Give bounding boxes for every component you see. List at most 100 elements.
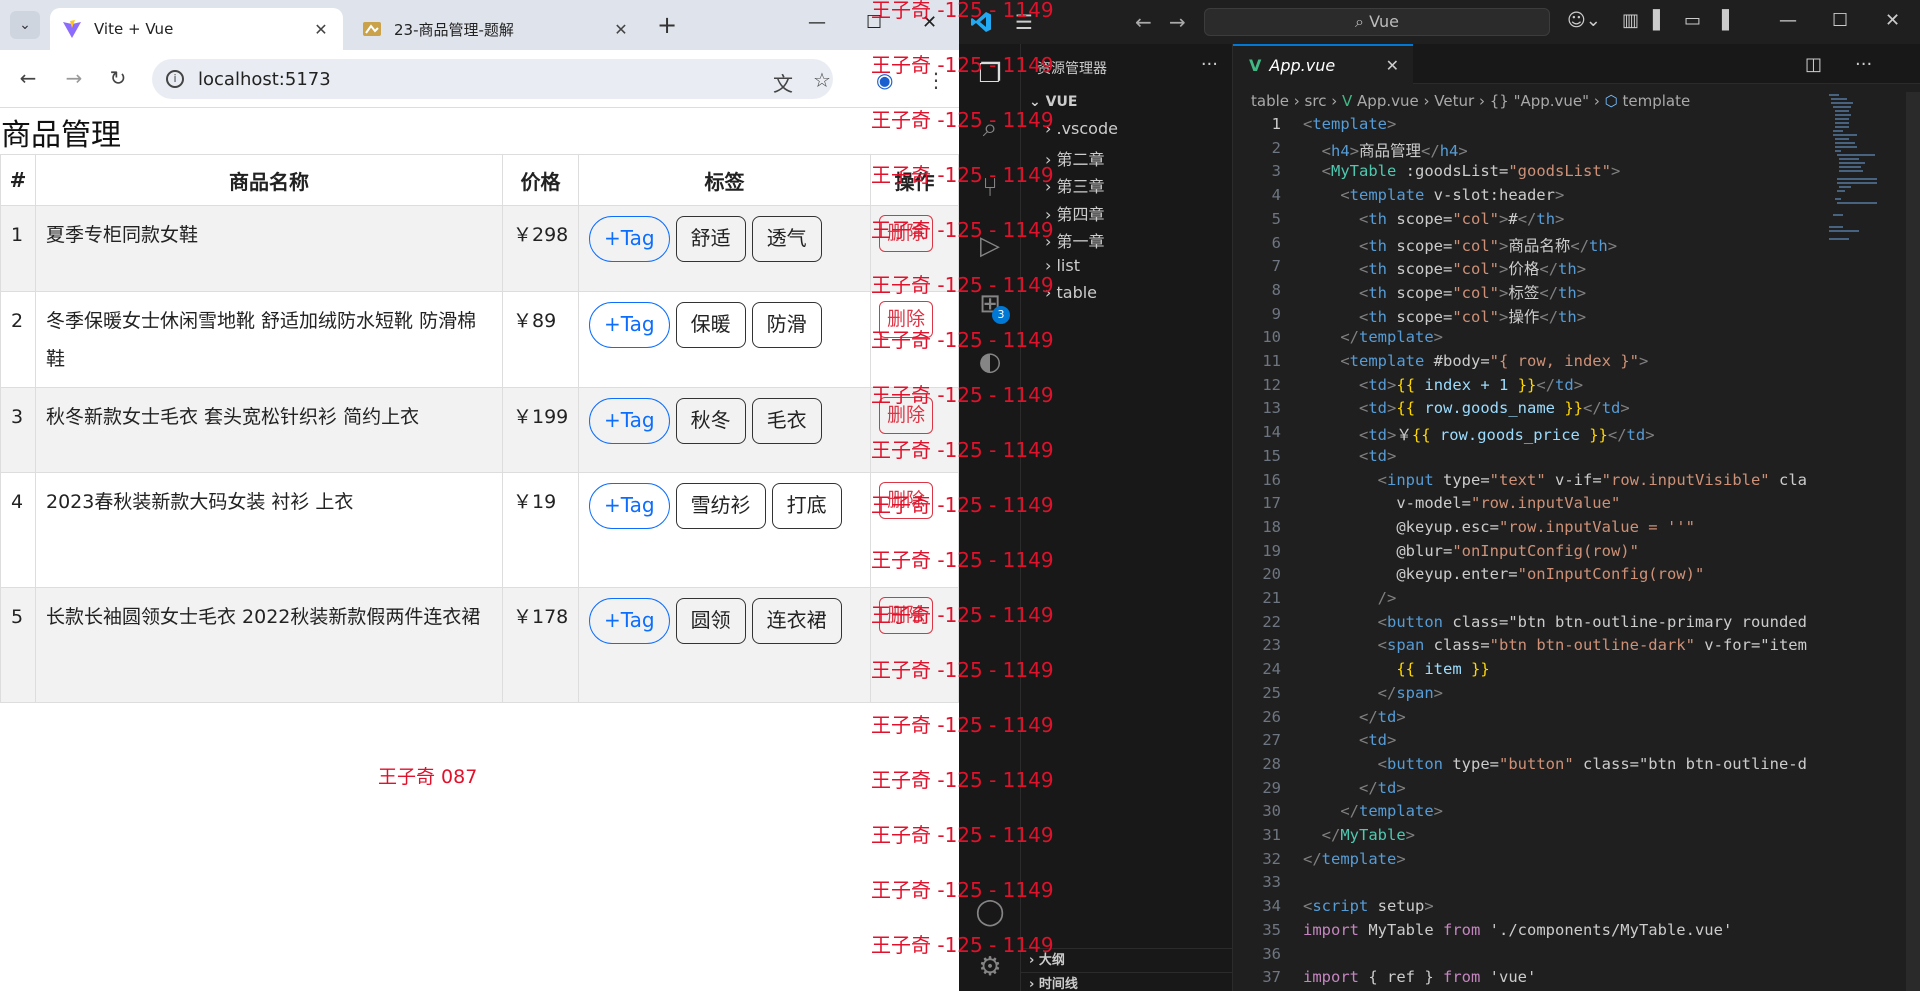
breadcrumb-item[interactable]: Vetur [1434, 92, 1474, 110]
nav-back-icon[interactable]: ← [1135, 10, 1152, 34]
table-row: 5 长款长袖圆领女士毛衣 2022秋装新款假两件连衣裙 ￥178 +Tag 圆领连… [0, 587, 959, 703]
code-line: 21 /> [1233, 589, 1793, 613]
split-editor-icon[interactable]: ◫ [1805, 54, 1822, 75]
new-tab-button[interactable]: + [652, 10, 682, 40]
breadcrumb-item[interactable]: App.vue [1357, 92, 1419, 110]
minimize-icon[interactable]: — [808, 12, 826, 33]
address-bar[interactable]: i localhost:5173 [152, 59, 833, 99]
vscode-title-bar: ☰ ← → ⌕ Vue ☺⌄ ▥ ▌ ▭ ▐ — ☐ ✕ [959, 0, 1920, 44]
editor-more-icon[interactable]: ··· [1855, 54, 1872, 75]
line-number: 25 [1262, 683, 1281, 702]
copilot-icon[interactable]: ☺⌄ [1567, 10, 1601, 31]
tab-title: 23-商品管理-题解 [394, 20, 514, 39]
row-index: 2 [0, 291, 36, 388]
explorer-folder-ch4[interactable]: › 第四章 [1045, 201, 1105, 225]
code-text: </MyTable> [1321, 826, 1416, 844]
more-actions-icon[interactable]: ··· [1201, 54, 1218, 75]
line-number: 5 [1271, 209, 1281, 228]
code-line: 27 <td> [1233, 731, 1793, 755]
toggle-panel-icon[interactable]: ▭ [1684, 10, 1701, 31]
toggle-sidebar-icon[interactable]: ▌ [1653, 10, 1667, 31]
close-tab-icon[interactable]: ✕ [611, 20, 631, 39]
watermark-text: 王子奇 -125 - 1149 [871, 383, 1054, 407]
tag-badge: 圆领 [675, 598, 746, 644]
code-text: @blur="onInputConfig(row)" [1303, 541, 1639, 560]
minimize-icon[interactable]: — [1779, 10, 1797, 31]
code-text: <MyTable :goodsList="goodsList"> [1321, 162, 1621, 181]
explorer-folder-ch3[interactable]: › 第三章 [1045, 173, 1105, 197]
code-text: </template> [1340, 802, 1443, 821]
column-header: # [0, 154, 36, 206]
code-text: </td> [1359, 778, 1406, 797]
explorer-folder-ch1[interactable]: › 第一章 [1045, 228, 1105, 252]
vscode-window: ☰ ← → ⌕ Vue ☺⌄ ▥ ▌ ▭ ▐ — ☐ ✕ ❐ ⌕ ⑂ ▷ ⊞ 3 … [959, 0, 1920, 991]
watermark-text: 王子奇 -125 - 1149 [871, 713, 1054, 737]
line-number: 13 [1262, 399, 1281, 418]
line-number: 24 [1262, 660, 1281, 679]
code-editor: V App.vue ✕ ◫ ··· table › src › V App.vu… [1233, 44, 1920, 991]
forward-icon[interactable]: → [62, 66, 86, 90]
code-text: <template v-slot:header> [1340, 186, 1565, 205]
code-line: 24 {{ item }} [1233, 660, 1793, 684]
table-row: 1 夏季专柜同款女鞋 ￥298 +Tag 舒适 透气 删除 [0, 205, 959, 292]
bookmark-star-icon[interactable]: ☆ [813, 68, 831, 92]
translate-icon[interactable]: 文 [773, 68, 793, 97]
row-index: 1 [0, 205, 36, 292]
code-line: 18 @keyup.esc="row.inputValue = ''" [1233, 518, 1793, 542]
browser-toolbar: ← → ↻ i localhost:5173 文 ☆ ◉ ⋮ [0, 50, 959, 106]
breadcrumb-item[interactable]: src [1305, 92, 1327, 110]
browser-tab-vite-vue[interactable]: Vite + Vue ✕ [50, 8, 343, 50]
watermark-text: 王子奇 -125 - 1149 [871, 0, 1054, 22]
add-tag-button[interactable]: +Tag [589, 398, 670, 444]
browser-tab-solution[interactable]: 23-商品管理-题解 ✕ [350, 8, 643, 50]
line-number: 16 [1262, 470, 1281, 489]
editor-scrollbar[interactable] [1906, 92, 1920, 991]
timeline-section[interactable]: › 时间线 [1021, 972, 1233, 991]
page-favicon-icon [363, 22, 381, 36]
goods-name: 夏季专柜同款女鞋 [35, 205, 503, 292]
code-text: /> [1377, 589, 1397, 607]
code-line: 2 <h4>商品管理</h4> [1233, 139, 1793, 163]
command-center-search[interactable]: ⌕ Vue [1204, 8, 1550, 36]
close-tab-icon[interactable]: ✕ [311, 20, 331, 39]
line-number: 33 [1262, 873, 1281, 892]
code-text: <th scope="col">标签</th> [1359, 283, 1587, 302]
reload-icon[interactable]: ↻ [106, 66, 130, 90]
add-tag-button[interactable]: +Tag [589, 302, 670, 348]
add-tag-button[interactable]: +Tag [589, 483, 670, 529]
explorer-folder-vscode[interactable]: › .vscode [1045, 119, 1118, 138]
tab-search-button[interactable]: ⌄ [10, 11, 40, 39]
back-icon[interactable]: ← [16, 66, 40, 90]
line-number: 30 [1262, 802, 1281, 821]
minimap[interactable] [1827, 92, 1879, 342]
code-line: 10 </template> [1233, 328, 1793, 352]
breadcrumb-item[interactable]: table [1251, 92, 1289, 110]
code-text: @keyup.esc="row.inputValue = ''" [1303, 517, 1695, 536]
code-text: <template #body="{ row, index }"> [1340, 352, 1649, 370]
editor-tab-app-vue[interactable]: V App.vue ✕ [1233, 44, 1413, 84]
timeline-label: 时间线 [1038, 977, 1078, 991]
layout-customize-icon[interactable]: ▥ [1622, 10, 1639, 31]
close-window-icon[interactable]: ✕ [1885, 10, 1900, 31]
line-number: 9 [1271, 304, 1281, 323]
goods-price: ￥89 [502, 291, 579, 388]
watermark-text: 王子奇 -125 - 1149 [871, 878, 1054, 902]
goods-name: 2023春秋装新款大码女装 衬衫 上衣 [35, 472, 503, 588]
line-number: 11 [1262, 352, 1281, 370]
site-info-icon[interactable]: i [166, 70, 184, 88]
add-tag-button[interactable]: +Tag [589, 216, 670, 262]
code-text: <script setup> [1303, 897, 1434, 916]
breadcrumb-item[interactable]: template [1623, 92, 1691, 110]
add-tag-button[interactable]: +Tag [589, 598, 670, 644]
close-editor-icon[interactable]: ✕ [1386, 56, 1399, 75]
explorer-folder-ch2[interactable]: › 第二章 [1045, 146, 1105, 170]
tag-badge: 毛衣 [751, 398, 822, 444]
breadcrumb-item[interactable]: {} "App.vue" [1490, 92, 1589, 110]
toggle-secondary-sidebar-icon[interactable]: ▐ [1715, 10, 1729, 31]
line-number: 36 [1262, 944, 1281, 963]
nav-forward-icon[interactable]: → [1169, 10, 1186, 34]
code-line: 30 </template> [1233, 802, 1793, 826]
code-line: 9 <th scope="col">操作</th> [1233, 305, 1793, 329]
watermark-text: 王子奇 -125 - 1149 [871, 53, 1054, 77]
maximize-icon[interactable]: ☐ [1832, 10, 1848, 31]
